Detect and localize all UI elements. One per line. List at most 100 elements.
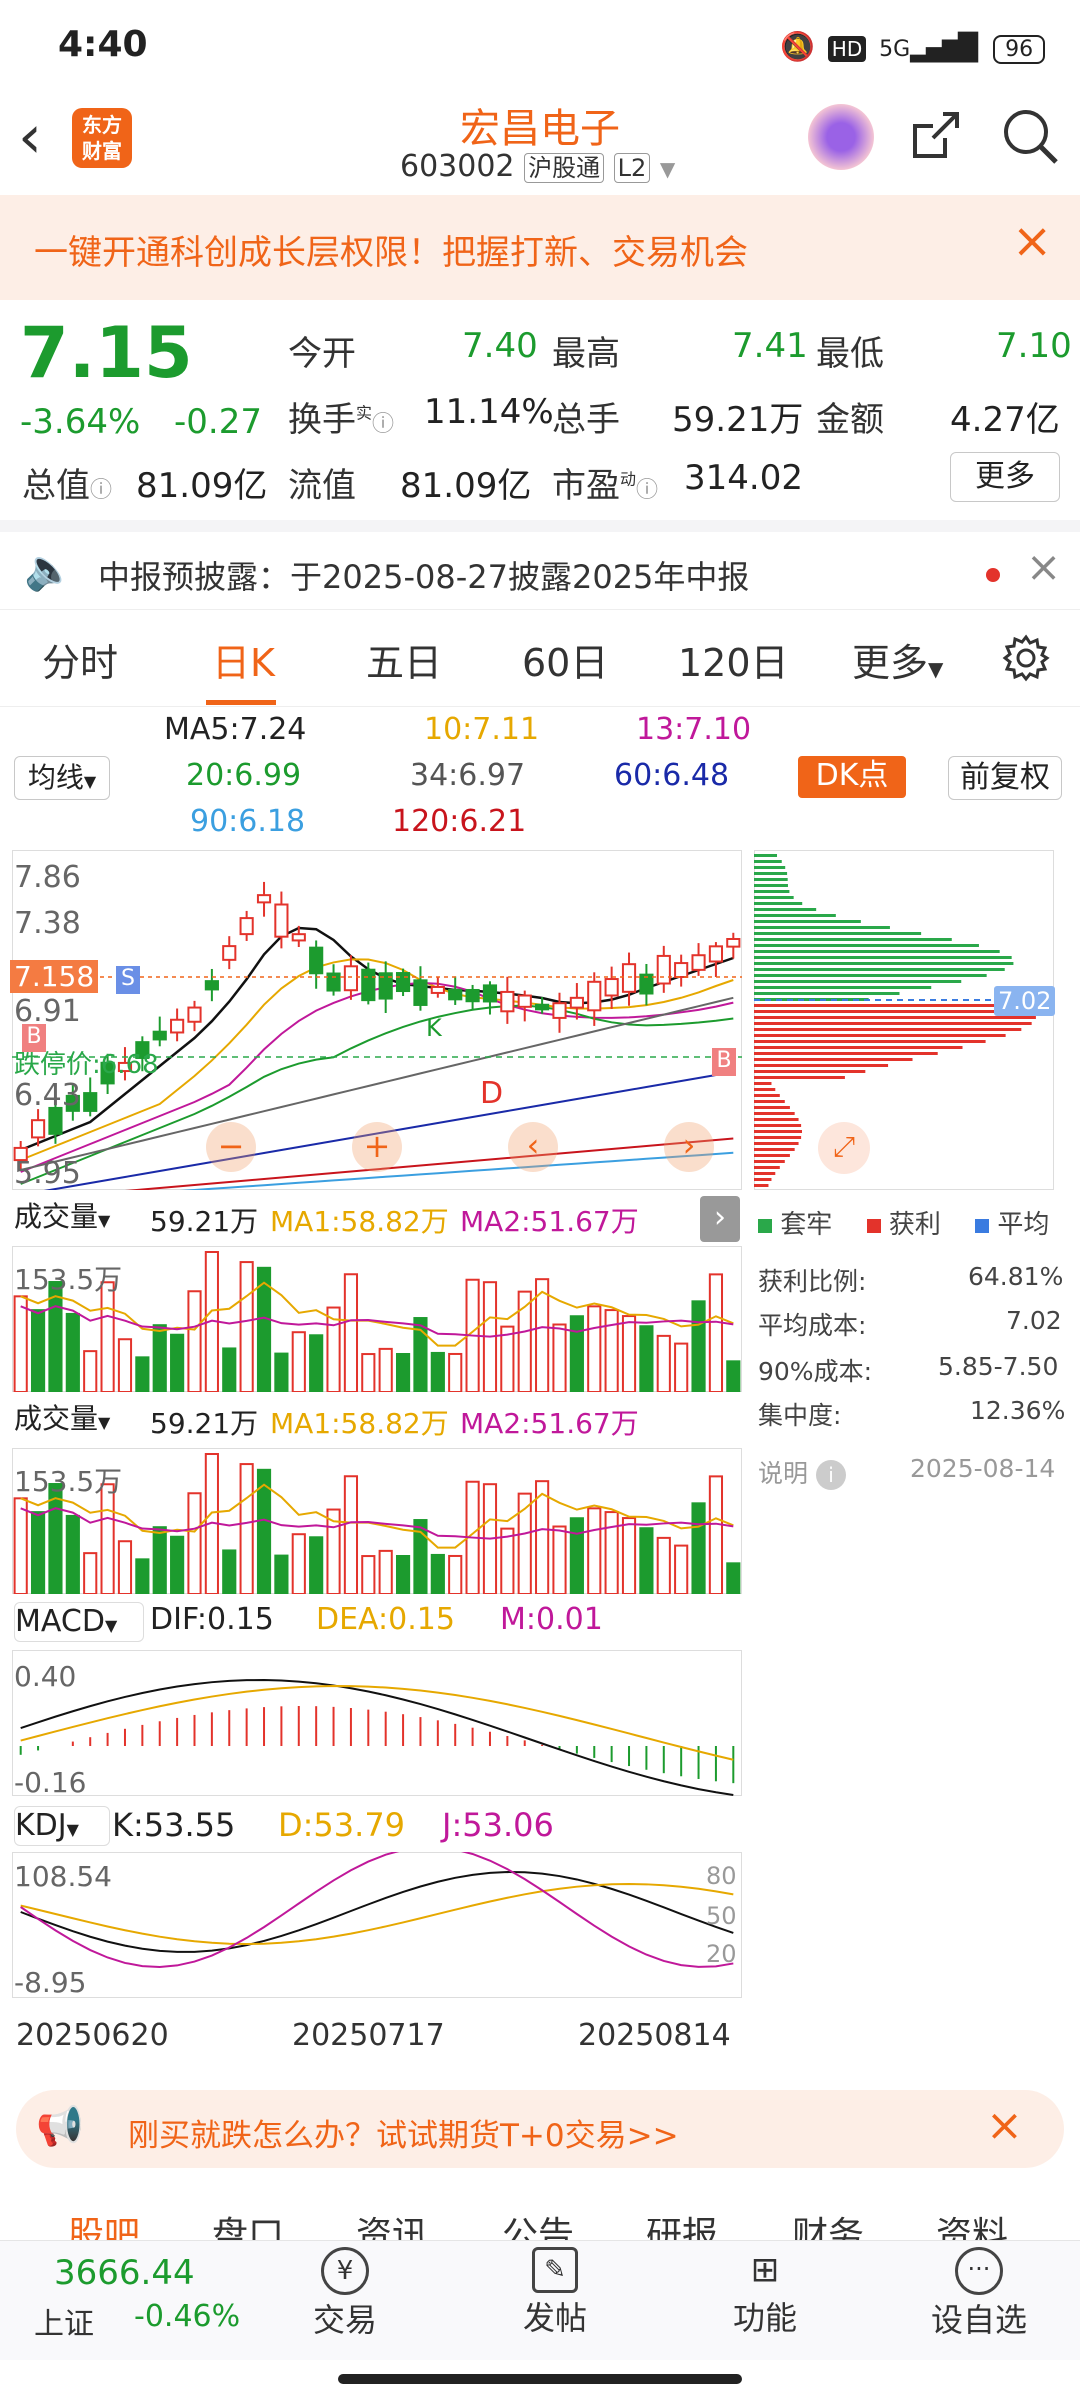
buy-marker-right[interactable]: B — [712, 1048, 736, 1076]
volume-bar — [587, 1507, 602, 1594]
expand-icon[interactable]: ⤢ — [818, 1122, 870, 1174]
more-button[interactable]: 更多 — [950, 452, 1060, 502]
add-watchlist-button[interactable]: ··· 设自选 — [924, 2247, 1034, 2341]
subtab-profile[interactable]: 资料 — [936, 2206, 1008, 2240]
notice-bar[interactable]: 🔈 中报预披露：于2025-08-27披露2025年中报 × — [0, 520, 1080, 610]
chip-bar — [754, 1160, 785, 1163]
kdj-chart[interactable] — [12, 1852, 742, 1998]
subtab-pankou[interactable]: 盘口 — [212, 2206, 284, 2240]
d-marker: D — [480, 1076, 504, 1111]
vol1-ylabel: 153.5万 — [14, 1263, 123, 1296]
kdj-r20: 20 — [706, 1940, 737, 1968]
zoom-in-icon[interactable]: + — [352, 1122, 402, 1172]
chip-bar — [754, 1112, 795, 1115]
index-pct[interactable]: -0.46% — [134, 2299, 240, 2334]
chip-bar — [754, 1082, 772, 1085]
volume-bar — [187, 1290, 202, 1392]
macd-selector[interactable]: MACD▼ — [14, 1602, 144, 1642]
tab-5day[interactable]: 五日 — [366, 632, 442, 687]
volume-bar — [135, 1558, 150, 1594]
volume-label: 总手 — [552, 400, 620, 440]
ma-selector[interactable]: 均线▼ — [14, 756, 110, 800]
index-value[interactable]: 3666.44 — [54, 2253, 195, 2293]
volume-bar — [569, 1315, 584, 1392]
ma60-label: 60:6.48 — [614, 758, 730, 793]
settings-gear-icon[interactable] — [1002, 634, 1050, 682]
volume-bar — [13, 1497, 28, 1594]
adjust-button[interactable]: 前复权 — [948, 756, 1062, 800]
volume-bar — [639, 1527, 654, 1594]
macd-chart[interactable] — [12, 1650, 742, 1796]
search-icon[interactable] — [1000, 106, 1060, 166]
chip-note[interactable]: 说明 i — [758, 1454, 846, 1490]
open-label: 今开 — [288, 334, 356, 374]
sell-marker[interactable]: S — [116, 966, 140, 994]
chip-bar — [754, 1070, 866, 1073]
pan-left-icon[interactable]: ‹ — [508, 1122, 558, 1172]
tab-120day[interactable]: 120日 — [678, 632, 789, 687]
notice-close-icon[interactable]: × — [1026, 542, 1061, 591]
legend-average: 平均 — [997, 1210, 1050, 1240]
chip-bar — [754, 992, 900, 995]
vol1-ma1: MA1:58.82万 — [270, 1205, 449, 1238]
kdj-j: J:53.06 — [442, 1806, 554, 1844]
vol1-value: 59.21万 — [150, 1205, 259, 1238]
tab-daily[interactable]: 日K — [212, 632, 275, 687]
chip-bar — [754, 1058, 913, 1061]
chip-bar — [754, 932, 922, 935]
volume-bar — [83, 1552, 98, 1594]
stock-code-row[interactable]: 603002 沪股通 L2 ▼ — [400, 148, 675, 184]
vol1-selector[interactable]: 成交量▼ — [14, 1198, 146, 1238]
dropdown-icon: ▼ — [659, 157, 676, 181]
share-icon[interactable] — [905, 106, 965, 166]
promo-banner[interactable]: 一键开通科创成长层权限！把握打新、交易机会 × — [0, 195, 1080, 300]
pan-right-icon[interactable]: › — [664, 1122, 714, 1172]
sub-tabs: 股吧 盘口 资讯 公告 研报 财务 资料 — [0, 2178, 1080, 2240]
zoom-out-icon[interactable]: − — [206, 1122, 256, 1172]
kdj-selector[interactable]: KDJ▼ — [14, 1806, 110, 1846]
expand-arrow-icon[interactable]: › — [700, 1196, 740, 1242]
kdj-j-line — [20, 1852, 734, 1968]
buy-marker-left[interactable]: B — [22, 1024, 46, 1052]
tab-60day[interactable]: 60日 — [522, 632, 608, 687]
function-button[interactable]: ⊞ 功能 — [720, 2247, 810, 2339]
close-icon[interactable]: × — [1012, 213, 1052, 269]
volume-bar — [100, 1281, 115, 1392]
low-value: 7.10 — [996, 326, 1072, 366]
post-button[interactable]: ✎ 发帖 — [510, 2247, 600, 2339]
concentration-label: 集中度: — [758, 1401, 842, 1430]
subtab-news[interactable]: 资讯 — [356, 2206, 428, 2240]
subtab-finance[interactable]: 财务 — [792, 2206, 864, 2240]
chip-bar — [754, 962, 1014, 965]
chip-bar — [754, 926, 890, 929]
app-root: 4:40 🔕 HD 5G▂▄▆█ 96 ‹ 东方 财富 宏昌电子 603002 沪… — [0, 0, 1080, 2400]
vol1-ma2: MA2:51.67万 — [460, 1205, 639, 1238]
vol2-ma2: MA2:51.67万 — [460, 1407, 639, 1440]
index-name[interactable]: 上证 — [34, 2299, 94, 2343]
candle-body — [222, 945, 237, 961]
trade-button[interactable]: ¥ 交易 — [300, 2247, 390, 2341]
ad-banner[interactable]: 📢 刚买就跌怎么办？试试期货T+0交易>> × — [16, 2090, 1064, 2168]
chip-bar — [754, 1142, 799, 1145]
candle-body — [726, 937, 741, 948]
high-label: 最高 — [552, 334, 620, 374]
tab-minute[interactable]: 分时 — [42, 632, 118, 687]
vol2-selector[interactable]: 成交量▼ — [14, 1400, 146, 1440]
market-tag: 沪股通 — [524, 153, 605, 183]
chip-bar — [754, 1010, 1034, 1013]
tab-more[interactable]: 更多▼ — [852, 632, 943, 687]
ad-close-icon[interactable]: × — [986, 2100, 1023, 2151]
candle-body — [517, 994, 532, 1008]
chip-distribution-chart[interactable] — [754, 850, 1054, 1190]
chip-bar — [754, 938, 952, 941]
kline-ylabel-3: 6.43 — [14, 1078, 81, 1113]
subtab-guba[interactable]: 股吧 — [68, 2206, 140, 2240]
assistant-avatar-icon[interactable] — [808, 104, 874, 170]
ma90-label: 90:6.18 — [190, 804, 306, 839]
dk-point-button[interactable]: DK点 — [798, 756, 906, 798]
volume-bar — [65, 1312, 80, 1392]
chip-bar — [754, 1046, 963, 1049]
subtab-research[interactable]: 研报 — [646, 2206, 718, 2240]
subtab-announcement[interactable]: 公告 — [502, 2206, 574, 2240]
volume-bar — [674, 1544, 689, 1594]
